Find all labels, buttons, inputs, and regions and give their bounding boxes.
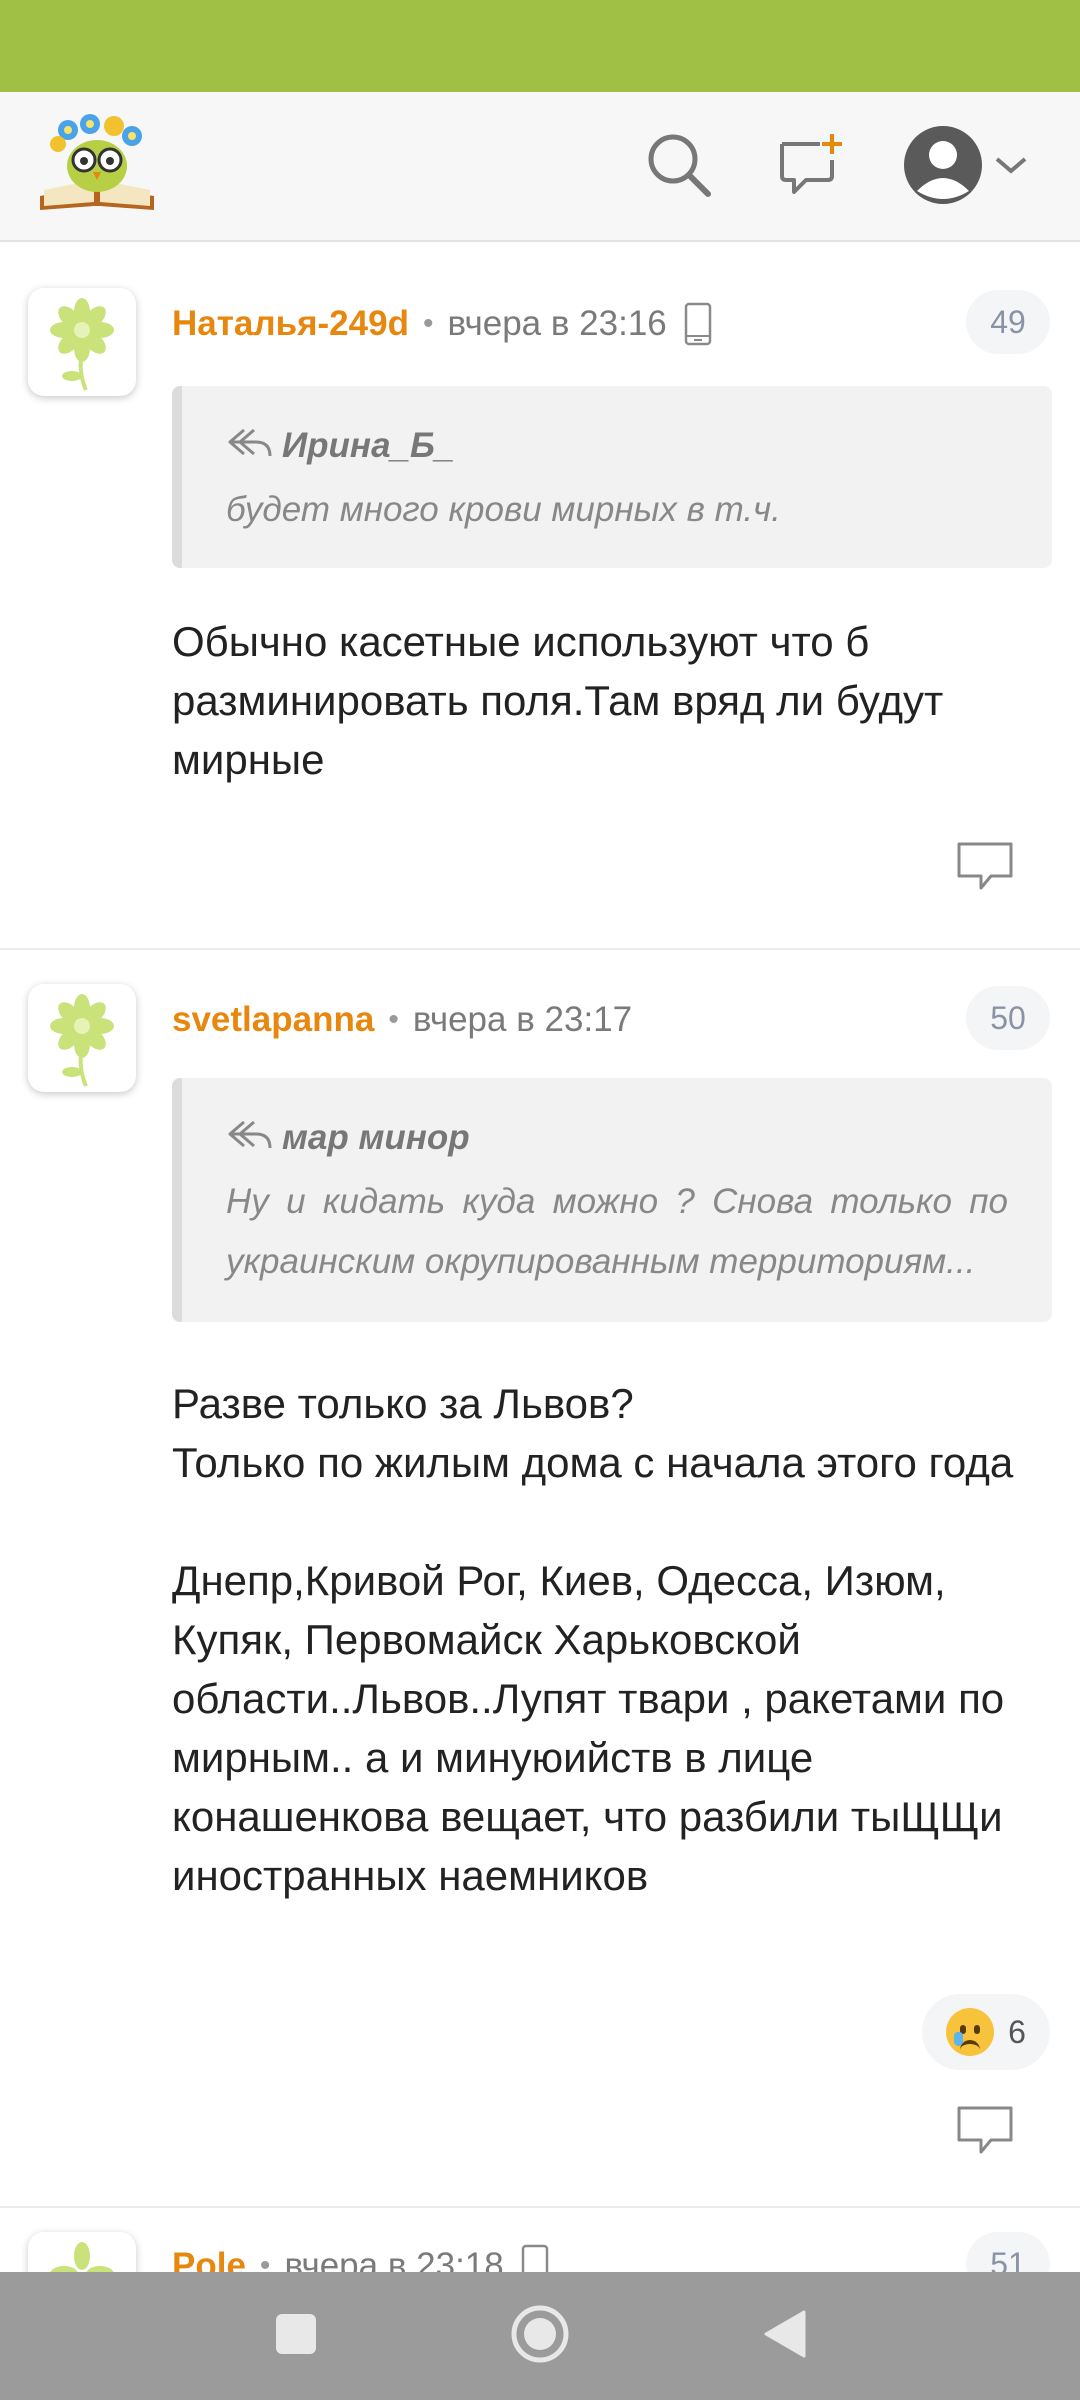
quote-author[interactable]: мар минор: [226, 1116, 1008, 1160]
avatar[interactable]: [28, 2232, 136, 2272]
reply-arrow-icon: [226, 1116, 282, 1161]
comment-meta: Pole • вчера в 23:18: [172, 2244, 550, 2272]
avatar[interactable]: [28, 288, 136, 396]
search-button[interactable]: [634, 122, 724, 212]
comment-text: Обычно касетные используют что б размини…: [172, 618, 944, 783]
quote-text: Ну и кидать куда можно ? Снова только по…: [226, 1182, 1008, 1281]
quote-block: мар минор Ну и кидать куда можно ? Снова…: [172, 1078, 1052, 1322]
recents-button[interactable]: [256, 2296, 336, 2376]
reaction-count: 6: [1008, 2013, 1026, 2050]
username[interactable]: Pole: [172, 2246, 246, 2272]
reply-arrow-icon: [226, 424, 282, 469]
mobile-phone-icon: [520, 2244, 550, 2272]
mobile-phone-icon: [683, 302, 713, 346]
home-button[interactable]: [500, 2296, 580, 2376]
username[interactable]: Наталья-249d: [172, 304, 409, 344]
search-icon: [644, 130, 714, 205]
system-navigation-bar: [0, 2272, 1080, 2400]
triangle-back-icon: [762, 2310, 806, 2363]
reply-comment-icon[interactable]: [955, 840, 1015, 892]
square-recents-icon: [274, 2312, 318, 2361]
account-menu-button[interactable]: [895, 122, 1035, 212]
comment-time: вчера в 23:17: [412, 1000, 633, 1039]
site-logo[interactable]: [34, 110, 160, 222]
comment-meta: svetlapanna • вчера в 23:17: [172, 1000, 633, 1040]
circle-home-icon: [510, 2304, 570, 2369]
username[interactable]: svetlapanna: [172, 1000, 374, 1040]
avatar[interactable]: [28, 984, 136, 1092]
crying-face-emoji: [946, 2008, 995, 2056]
comment-meta: Наталья-249d • вчера в 23:16: [172, 302, 713, 346]
back-button[interactable]: [744, 2296, 824, 2376]
comment-number[interactable]: 50: [966, 986, 1050, 1050]
reaction-badge[interactable]: 6: [922, 1994, 1050, 2070]
comment-time: вчера в 23:18: [284, 2246, 504, 2272]
comment: Наталья-249d • вчера в 23:16 49 Ирина_Б_…: [0, 266, 1080, 950]
quote-author[interactable]: Ирина_Б_: [226, 424, 1008, 468]
comment-number[interactable]: 51: [966, 2232, 1050, 2272]
quote-text: будет много крови мирных в т.ч.: [226, 490, 781, 529]
quote-block: Ирина_Б_ будет много крови мирных в т.ч.: [172, 386, 1052, 568]
user-avatar-icon: [901, 123, 985, 212]
new-message-button[interactable]: [766, 122, 856, 212]
comment-text: Разве только за Львов? Только по жилым д…: [172, 1380, 1014, 1899]
new-message-icon: [776, 130, 846, 205]
reply-comment-icon[interactable]: [955, 2104, 1015, 2156]
app-header: [0, 92, 1080, 242]
comment-time: вчера в 23:16: [447, 304, 667, 343]
status-bar: [0, 0, 1080, 92]
comment-number[interactable]: 49: [966, 290, 1050, 354]
comment: Pole • вчера в 23:18 51: [0, 2208, 1080, 2272]
chevron-down-icon: [993, 153, 1029, 182]
comment: svetlapanna • вчера в 23:17 50 мар минор…: [0, 950, 1080, 2208]
